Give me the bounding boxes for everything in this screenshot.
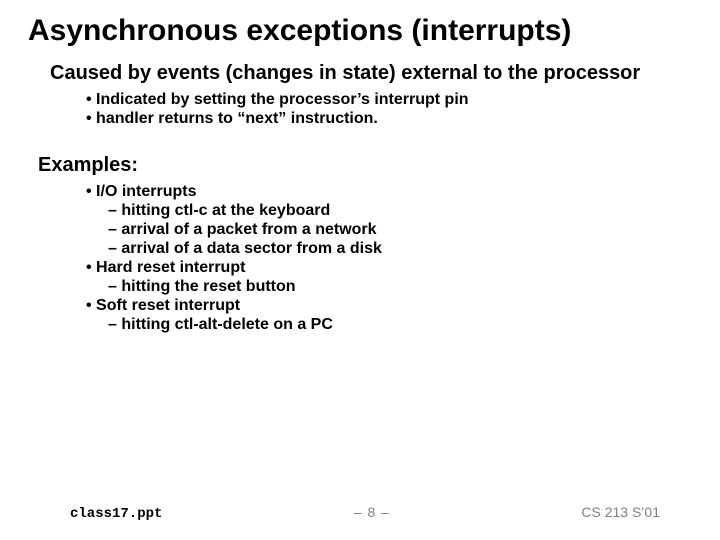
example-sub: hitting ctl-c at the keyboard <box>86 202 692 220</box>
example-item: Soft reset interrupt <box>86 297 692 315</box>
example-item: Hard reset interrupt <box>86 259 692 277</box>
example-item: I/O interrupts <box>86 183 692 201</box>
footer: class17.ppt – 8 – CS 213 S’01 <box>0 504 720 522</box>
caused-heading: Caused by events (changes in state) exte… <box>28 62 692 85</box>
example-sub: hitting the reset button <box>86 278 692 296</box>
example-sub: arrival of a data sector from a disk <box>86 240 692 258</box>
examples-list: I/O interrupts hitting ctl-c at the keyb… <box>28 183 692 334</box>
example-sub: arrival of a packet from a network <box>86 221 692 239</box>
footer-file: class17.ppt <box>70 506 162 522</box>
slide: Asynchronous exceptions (interrupts) Cau… <box>0 0 720 540</box>
bullet: handler returns to “next” instruction. <box>86 110 692 128</box>
example-sub: hitting ctl-alt-delete on a PC <box>86 316 692 334</box>
footer-page: – 8 – <box>354 504 390 520</box>
caused-bullets: Indicated by setting the processor’s int… <box>28 91 692 128</box>
slide-title: Asynchronous exceptions (interrupts) <box>28 14 692 48</box>
examples-heading: Examples: <box>38 154 692 177</box>
bullet: Indicated by setting the processor’s int… <box>86 91 692 109</box>
footer-course: CS 213 S’01 <box>581 504 660 520</box>
